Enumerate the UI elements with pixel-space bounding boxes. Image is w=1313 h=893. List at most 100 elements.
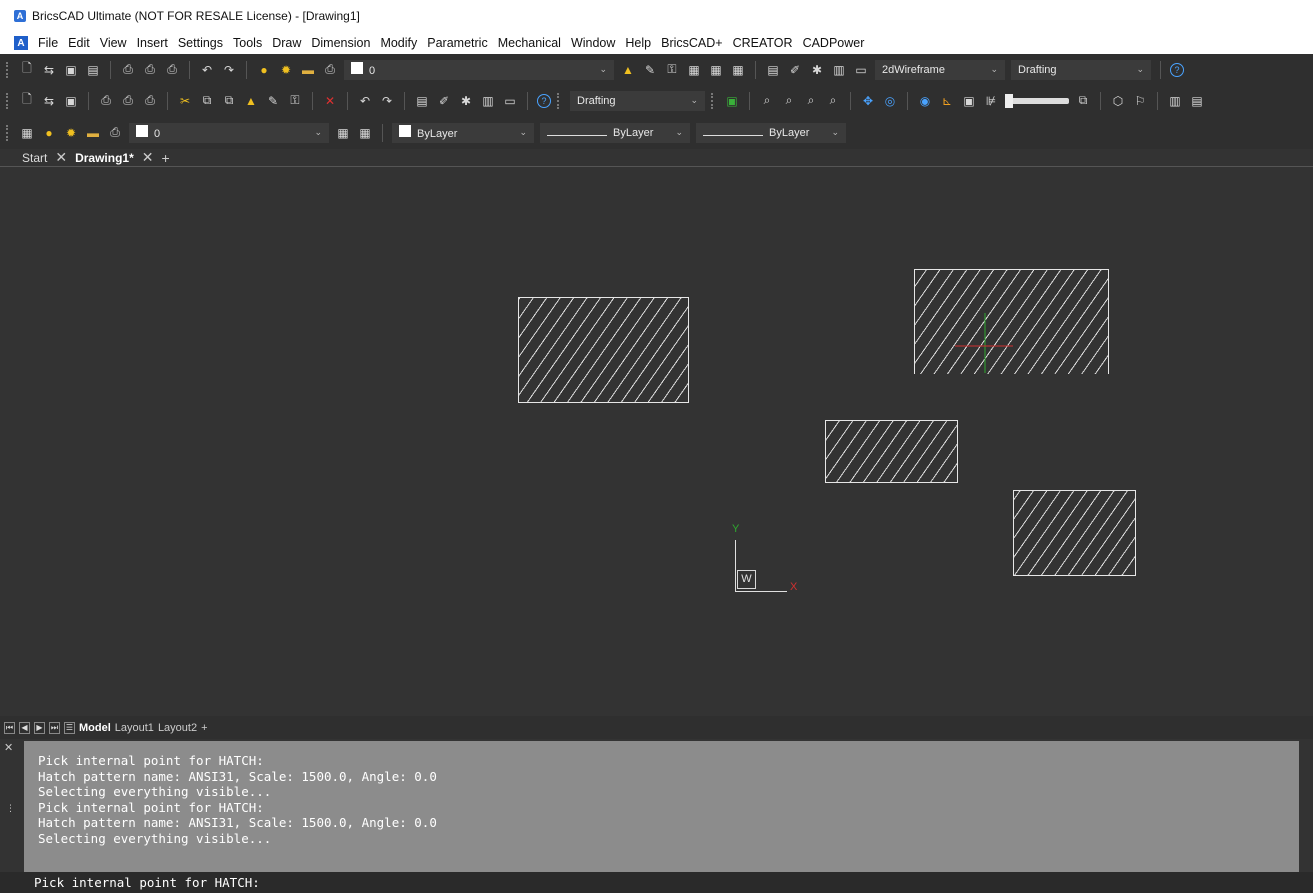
add-layout-button[interactable]: +	[201, 722, 207, 734]
close-icon[interactable]: ✕	[142, 149, 154, 166]
plot-icon[interactable]: ⎙	[142, 93, 158, 109]
hatched-rectangle[interactable]	[1013, 490, 1136, 576]
close-icon[interactable]: ✕	[55, 149, 67, 166]
menu-creator[interactable]: CREATOR	[733, 36, 793, 50]
drag-handle-icon[interactable]: ⋮	[6, 803, 15, 814]
settings-icon[interactable]: ✱	[458, 93, 474, 109]
save-icon[interactable]: ▣	[63, 93, 79, 109]
print-icon[interactable]: ⎙	[120, 62, 136, 78]
menu-parametric[interactable]: Parametric	[427, 36, 487, 50]
panel-icon[interactable]: ▥	[1167, 93, 1183, 109]
prev-layout-icon[interactable]: ◀	[19, 721, 30, 734]
color-dropdown[interactable]: ByLayer ⌄	[392, 122, 534, 143]
paste-icon[interactable]: ⧉	[221, 93, 237, 109]
tab-drawing1[interactable]: Drawing1*	[75, 151, 134, 165]
layer-dropdown-2[interactable]: 0 ⌄	[129, 122, 329, 143]
pick-icon[interactable]: ✎	[265, 93, 281, 109]
toolbar-grip[interactable]	[711, 92, 714, 109]
toolbar-grip[interactable]	[6, 124, 9, 141]
pan-icon[interactable]: ✥	[860, 93, 876, 109]
view-slider[interactable]	[1005, 93, 1069, 108]
layer-lock-icon[interactable]: ▬	[85, 125, 101, 141]
linetype-dropdown[interactable]: ByLayer ⌄	[540, 122, 690, 143]
help-icon[interactable]: ?	[537, 93, 551, 108]
view-manager-icon[interactable]: ▭	[853, 62, 869, 78]
close-icon[interactable]: ✕	[4, 741, 13, 754]
add-tab-button[interactable]: +	[162, 150, 170, 166]
drawing-canvas[interactable]: Y W X	[0, 168, 1313, 716]
brush-icon[interactable]: ✐	[436, 93, 452, 109]
command-prompt[interactable]: Pick internal point for HATCH:	[0, 872, 1313, 893]
app-menu-icon[interactable]: A	[14, 36, 28, 50]
print-icon[interactable]: ⎙	[98, 93, 114, 109]
cut-icon[interactable]: ✂	[177, 93, 193, 109]
lineweight-dropdown[interactable]: ByLayer ⌄	[696, 122, 846, 143]
hatched-rectangle[interactable]	[518, 297, 689, 403]
tab-layout2[interactable]: Layout2	[158, 722, 197, 734]
layer-lock-icon[interactable]: ▬	[300, 62, 316, 78]
menu-dimension[interactable]: Dimension	[311, 36, 370, 50]
visual-style-dropdown[interactable]: 2dWireframe ⌄	[875, 59, 1005, 80]
orbit-icon[interactable]: ◎	[882, 93, 898, 109]
next-layout-icon[interactable]: ▶	[34, 721, 45, 734]
toolbar-grip[interactable]	[6, 92, 9, 109]
toolbar-grip[interactable]	[6, 61, 9, 78]
redo-icon[interactable]: ↷	[221, 62, 237, 78]
menu-tools[interactable]: Tools	[233, 36, 262, 50]
layer-freeze-icon[interactable]: ✹	[278, 62, 294, 78]
drawing-explorer-icon[interactable]: ▥	[480, 93, 496, 109]
delete-icon[interactable]: ✕	[322, 93, 338, 109]
layer-print-icon[interactable]: ⎙	[322, 62, 338, 78]
menu-bricscad-plus[interactable]: BricsCAD+	[661, 36, 722, 50]
drawing-explorer-icon[interactable]: ▥	[831, 62, 847, 78]
menu-cadpower[interactable]: CADPower	[803, 36, 865, 50]
layer-manager-icon[interactable]: ▦	[686, 62, 702, 78]
copy-icon[interactable]: ⧉	[199, 93, 215, 109]
ucs-icon[interactable]: ⊾	[939, 93, 955, 109]
settings-icon[interactable]: ✱	[809, 62, 825, 78]
pick-layer-icon[interactable]: ✎	[642, 62, 658, 78]
menu-edit[interactable]: Edit	[68, 36, 90, 50]
view-icon[interactable]: ◉	[917, 93, 933, 109]
plot-icon[interactable]: ⎙	[164, 62, 180, 78]
hatched-rectangle[interactable]	[825, 420, 958, 483]
render-icon[interactable]: ⚐	[1132, 93, 1148, 109]
print-preview-icon[interactable]: ⎙	[120, 93, 136, 109]
menu-insert[interactable]: Insert	[137, 36, 168, 50]
help-icon[interactable]: ?	[1170, 62, 1184, 77]
workspace-dropdown[interactable]: Drafting ⌄	[1011, 59, 1151, 80]
layer-previous-icon[interactable]: ▦	[357, 125, 373, 141]
save-as-icon[interactable]: ▤	[85, 62, 101, 78]
layer-on-icon[interactable]: ●	[41, 125, 57, 141]
match-properties-icon[interactable]: ▲	[620, 62, 636, 78]
make-current-layer-icon[interactable]: ▦	[335, 125, 351, 141]
layer-previous-icon[interactable]: ▦	[730, 62, 746, 78]
named-views-icon[interactable]: ⧉	[1075, 93, 1091, 109]
menu-settings[interactable]: Settings	[178, 36, 223, 50]
menu-file[interactable]: File	[38, 36, 58, 50]
tab-start[interactable]: Start	[22, 151, 47, 165]
zoom-previous-icon[interactable]: ⌕	[825, 93, 841, 109]
save-icon[interactable]: ▣	[63, 62, 79, 78]
open-file-icon[interactable]: ⇆	[41, 93, 57, 109]
layout-list-icon[interactable]: ☰	[64, 721, 75, 734]
menu-draw[interactable]: Draw	[272, 36, 301, 50]
properties-icon[interactable]: ▤	[765, 62, 781, 78]
camera-icon[interactable]: ▣	[961, 93, 977, 109]
zoom-out-icon[interactable]: ⌕	[781, 93, 797, 109]
toolbar-grip[interactable]	[557, 92, 560, 109]
brush-icon[interactable]: ✐	[787, 62, 803, 78]
layer-on-icon[interactable]: ●	[256, 62, 272, 78]
properties-icon[interactable]: ▤	[414, 93, 430, 109]
menu-help[interactable]: Help	[625, 36, 651, 50]
zoom-in-icon[interactable]: ⌕	[759, 93, 775, 109]
menu-window[interactable]: Window	[571, 36, 615, 50]
new-file-icon[interactable]: 🗋	[19, 92, 35, 109]
layer-states-icon[interactable]: ⚿	[664, 62, 680, 78]
layer-walk-icon[interactable]: ▦	[708, 62, 724, 78]
view-manager-icon[interactable]: ▭	[502, 93, 518, 109]
layer-freeze-icon[interactable]: ✹	[63, 125, 79, 141]
match-properties-icon[interactable]: ▲	[243, 93, 259, 109]
3d-box-icon[interactable]: ⬡	[1110, 93, 1126, 109]
tab-model[interactable]: Model	[79, 722, 111, 734]
